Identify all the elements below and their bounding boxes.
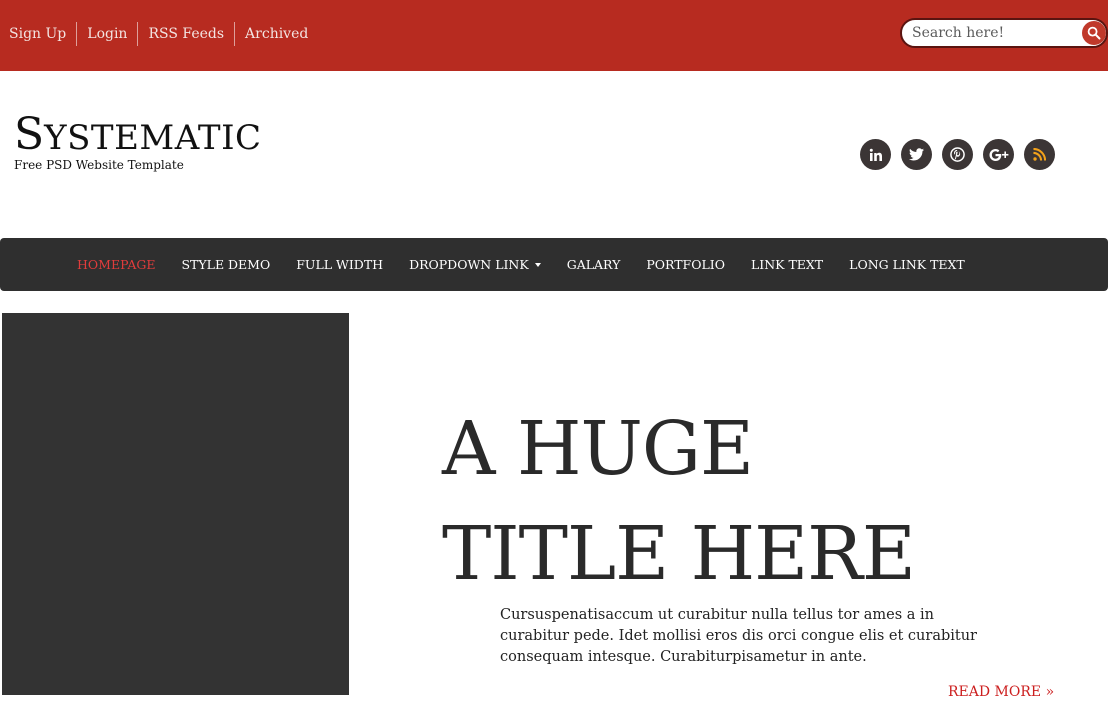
rss-button[interactable]	[1024, 139, 1055, 170]
linkedin-button[interactable]	[860, 139, 891, 170]
nav-item-galary[interactable]: GALARY	[554, 257, 634, 272]
nav-item-dropdown-link[interactable]: DROPDOWN LINK	[396, 257, 554, 272]
nav-item-dropdown-label: DROPDOWN LINK	[409, 257, 529, 272]
social-links	[860, 139, 1065, 170]
pinterest-button[interactable]	[942, 139, 973, 170]
hero-image-placeholder	[2, 313, 349, 695]
logo-text: YSTEMATIC	[44, 118, 262, 158]
nav-item-style-demo[interactable]: STYLE DEMO	[168, 257, 283, 272]
pinterest-icon	[950, 147, 965, 162]
twitter-icon	[909, 148, 924, 161]
twitter-button[interactable]	[901, 139, 932, 170]
rss-feeds-link[interactable]: RSS Feeds	[137, 22, 234, 46]
linkedin-icon	[869, 148, 882, 161]
search-button[interactable]	[1082, 21, 1106, 45]
nav-item-homepage[interactable]: HOMEPAGE	[64, 257, 168, 272]
hero-paragraph: Cursuspenatisaccum ut curabitur nulla te…	[500, 607, 977, 665]
rss-icon	[1033, 148, 1046, 161]
google-plus-icon	[989, 148, 1008, 161]
search-icon	[1087, 26, 1101, 40]
search-input[interactable]	[902, 20, 1082, 46]
search-box	[900, 18, 1108, 48]
nav-item-link-text[interactable]: LINK TEXT	[738, 257, 836, 272]
hero-title: A HUGE TITLE HERE	[442, 397, 1082, 607]
top-links: Sign Up Login RSS Feeds Archived	[0, 22, 318, 46]
site-logo[interactable]: SYSTEMATIC	[14, 113, 262, 157]
read-more-link[interactable]: READ MORE »	[948, 684, 1054, 700]
caret-down-icon	[534, 262, 541, 267]
login-link[interactable]: Login	[76, 22, 137, 46]
nav-items: HOMEPAGE STYLE DEMO FULL WIDTH DROPDOWN …	[64, 238, 978, 291]
google-plus-button[interactable]	[983, 139, 1014, 170]
signup-link[interactable]: Sign Up	[0, 22, 76, 46]
archived-link[interactable]: Archived	[234, 22, 318, 46]
hero-title-line2: TITLE HERE	[442, 511, 916, 597]
nav-item-portfolio[interactable]: PORTFOLIO	[633, 257, 738, 272]
main-nav: HOMEPAGE STYLE DEMO FULL WIDTH DROPDOWN …	[0, 238, 1108, 291]
nav-item-full-width[interactable]: FULL WIDTH	[283, 257, 396, 272]
site-tagline: Free PSD Website Template	[14, 158, 184, 172]
hero-title-line1: A HUGE	[442, 406, 754, 492]
logo-initial: S	[14, 109, 45, 160]
nav-item-long-link-text[interactable]: LONG LINK TEXT	[836, 257, 978, 272]
top-bar: Sign Up Login RSS Feeds Archived	[0, 0, 1108, 71]
